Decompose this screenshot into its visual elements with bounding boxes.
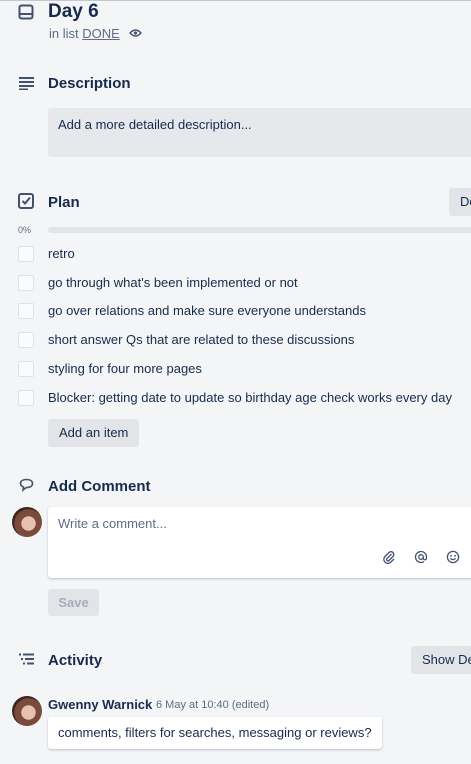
show-details-button[interactable]: Show Details [411,646,471,674]
description-placeholder: Add a more detailed description... [58,117,252,132]
attachment-icon[interactable] [382,550,396,564]
checklist-item-label[interactable]: styling for four more pages [48,361,202,377]
activity-icon [19,653,35,666]
comment-bubble-icon [19,478,34,492]
list-info: in list DONE [49,27,120,41]
progress-percent: 0% [18,225,32,235]
current-user-avatar[interactable] [12,507,42,537]
comment-placeholder: Write a comment... [58,516,167,531]
checklist-heading: Plan [48,194,80,211]
watch-eye-icon[interactable] [129,28,142,38]
activity-comment-text: comments, filters for searches, messagin… [48,717,382,749]
mention-icon[interactable] [414,550,428,564]
description-heading: Description [48,75,131,92]
checklist-item-label[interactable]: go through what's been implemented or no… [48,275,298,291]
checklist-item-checkbox[interactable] [18,390,34,406]
in-list-prefix: in list [49,26,79,41]
card-title[interactable]: Day 6 [48,1,99,23]
comment-author-avatar[interactable] [12,696,42,726]
list-name-link[interactable]: DONE [82,26,120,41]
checklist-item-checkbox[interactable] [18,332,34,348]
delete-checklist-button[interactable]: Delete [449,188,471,216]
checklist-item-label[interactable]: retro [48,246,75,262]
comment-input[interactable]: Write a comment... [48,507,471,578]
comment-author-name[interactable]: Gwenny Warnick [48,697,152,712]
description-editor[interactable]: Add a more detailed description... [48,108,471,157]
add-item-button[interactable]: Add an item [48,419,140,447]
checklist-icon [18,193,34,209]
save-comment-button[interactable]: Save [48,589,99,616]
checklist-item-label[interactable]: Blocker: getting date to update so birth… [48,390,452,406]
checklist-item-label[interactable]: go over relations and make sure everyone… [48,303,366,319]
checklist-item-checkbox[interactable] [18,361,34,377]
checklist-item-label[interactable]: short answer Qs that are related to thes… [48,332,354,348]
comment-timestamp[interactable]: 6 May at 10:40 (edited) [156,699,269,712]
add-comment-heading: Add Comment [48,478,151,495]
checklist-item-checkbox[interactable] [18,275,34,291]
emoji-icon[interactable] [446,550,460,564]
checklist-item-checkbox[interactable] [18,246,34,262]
description-icon [19,76,35,90]
card-icon [18,4,34,20]
progress-bar [48,227,471,233]
checklist-item-checkbox[interactable] [18,303,34,319]
activity-heading: Activity [48,652,103,669]
